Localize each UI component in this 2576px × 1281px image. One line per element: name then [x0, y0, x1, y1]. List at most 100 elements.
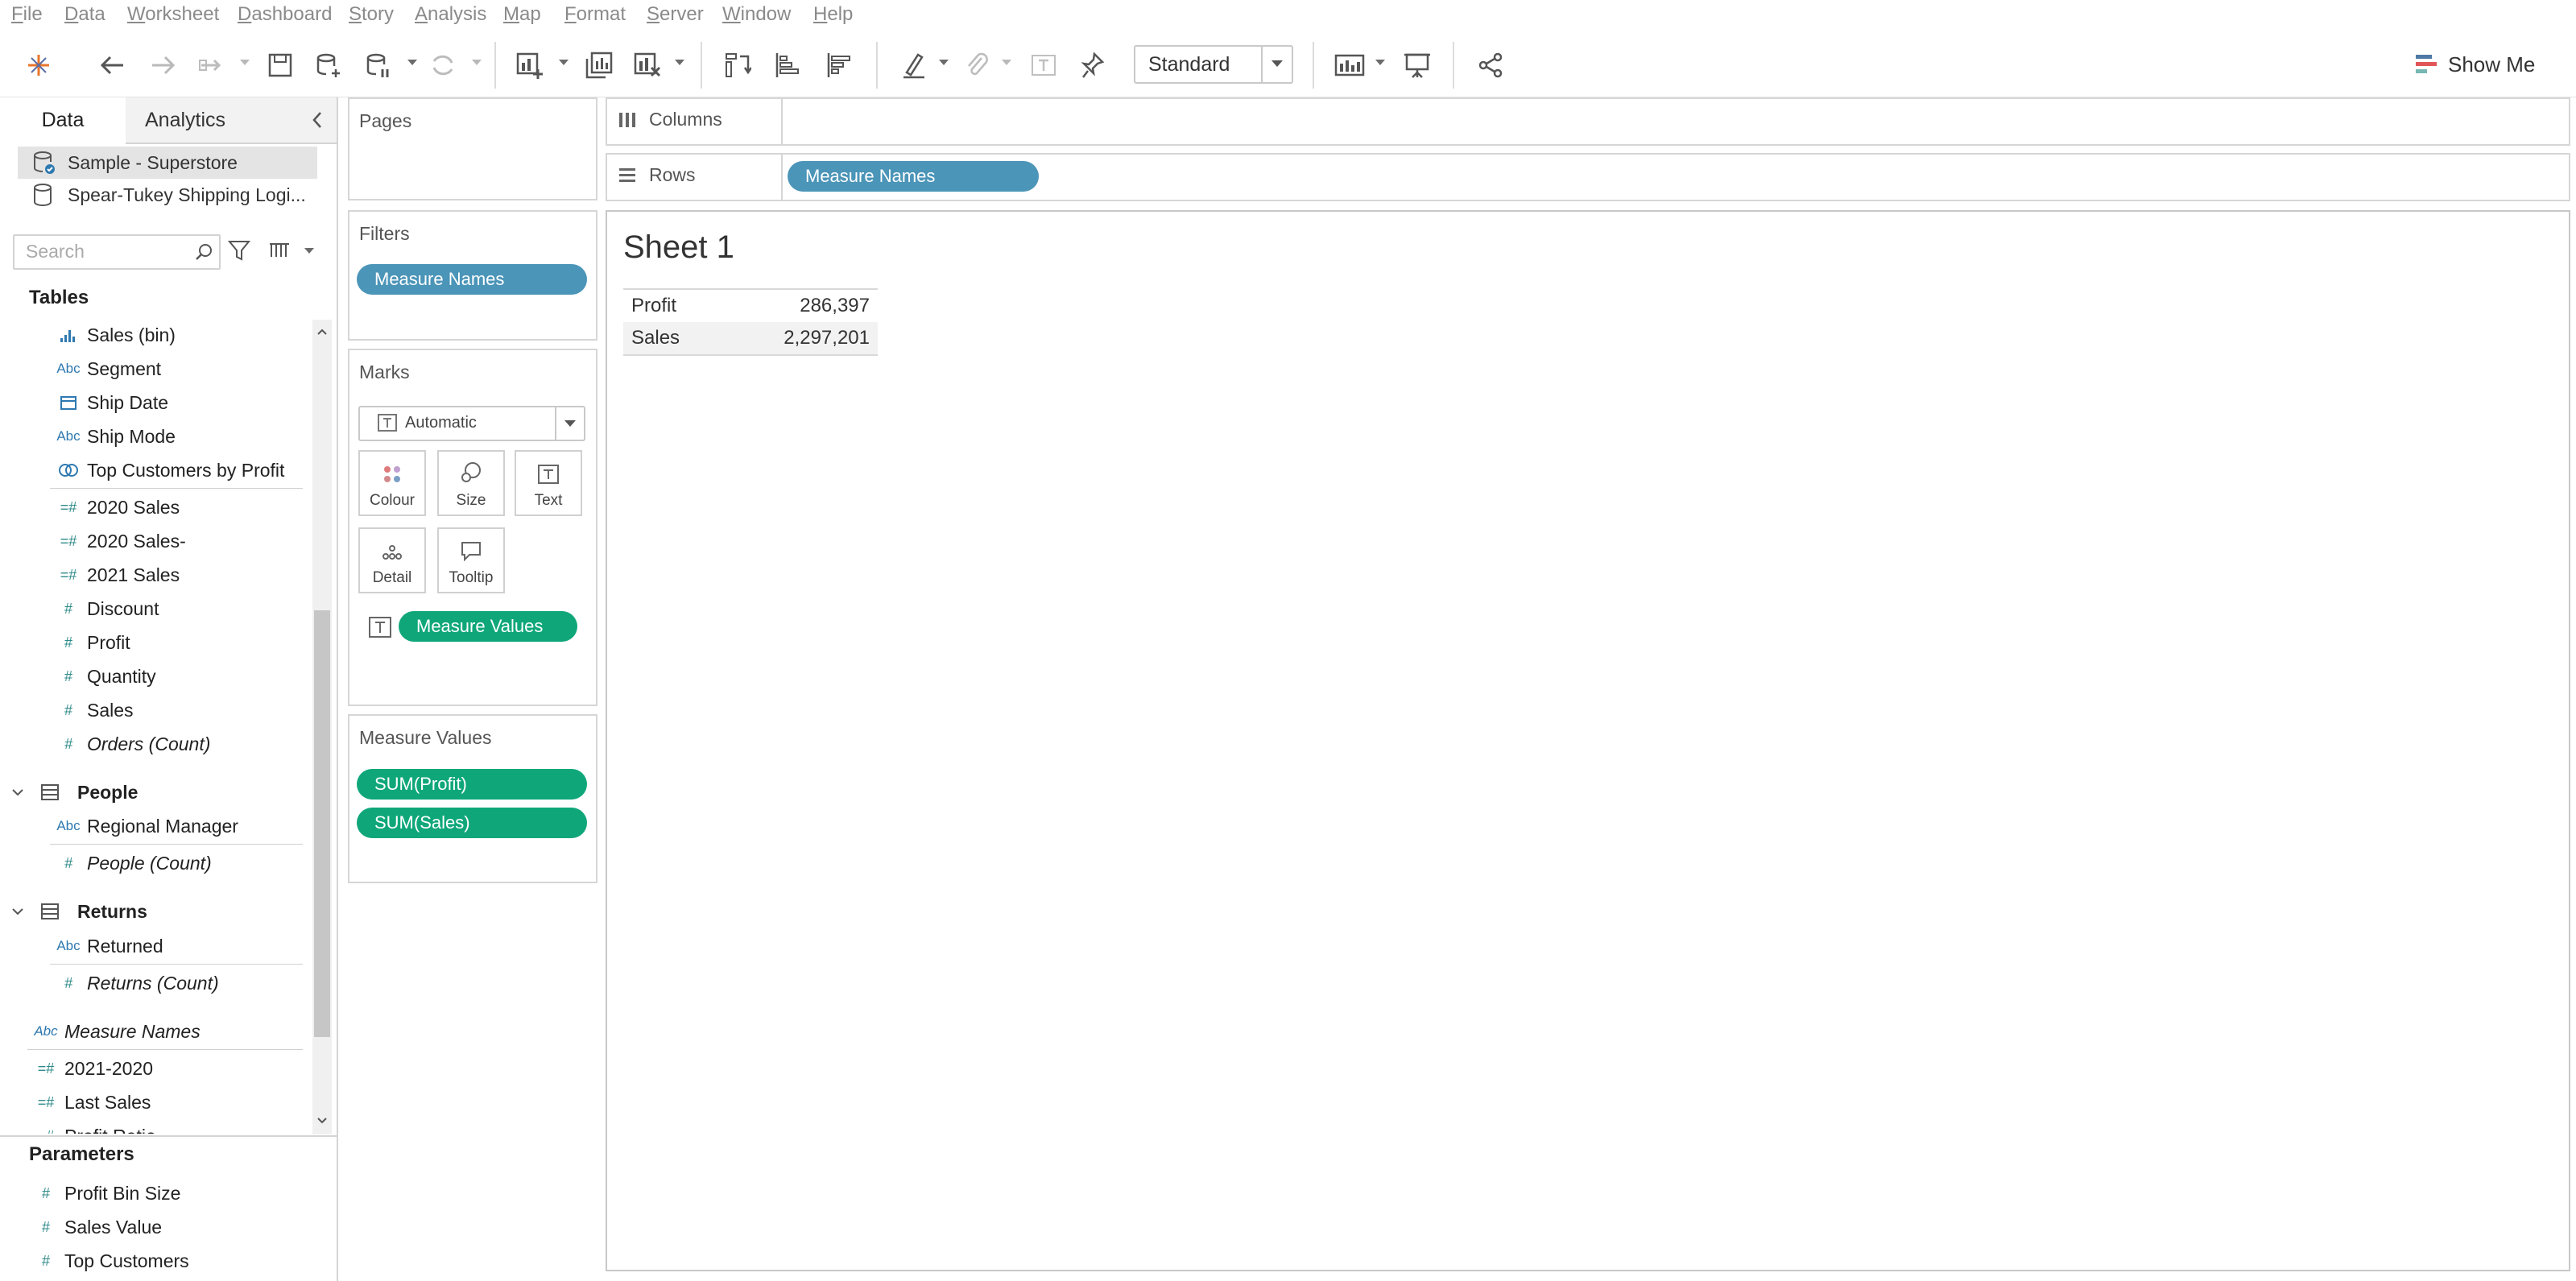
pin-axis-icon[interactable] — [1077, 45, 1110, 85]
menu-story[interactable]: Story — [349, 3, 394, 26]
chevron-down-icon[interactable] — [10, 903, 26, 919]
param-profit-bin-size[interactable]: # Profit Bin Size — [27, 1177, 180, 1209]
save-icon[interactable] — [264, 45, 296, 85]
menu-data[interactable]: Data — [64, 3, 105, 26]
show-labels-icon[interactable] — [1028, 45, 1060, 85]
field-2021-2020[interactable]: =# 2021-2020 — [27, 1052, 153, 1085]
text-pill-measure-values[interactable]: Measure Values — [399, 611, 577, 642]
tableau-logo-icon[interactable] — [23, 45, 55, 85]
field-returned[interactable]: Abc Returned — [50, 930, 163, 962]
scroll-down-icon[interactable] — [312, 1110, 332, 1132]
param-sales-value[interactable]: # Sales Value — [27, 1211, 162, 1243]
filter-icon[interactable] — [225, 232, 253, 269]
collapse-pane-icon[interactable] — [311, 110, 324, 130]
field-last-sales[interactable]: =# Last Sales — [27, 1086, 151, 1118]
row-header[interactable]: Profit — [631, 295, 676, 317]
menu-file[interactable]: File — [11, 3, 43, 26]
tab-data[interactable]: Data — [0, 97, 127, 143]
mark-type-select[interactable]: Automatic — [358, 406, 585, 441]
detail-button[interactable]: Detail — [358, 527, 426, 593]
field-ship-mode[interactable]: Abc Ship Mode — [50, 420, 176, 452]
chevron-down-icon[interactable] — [10, 784, 26, 800]
field-profit-ratio-clipped[interactable]: =#Profit Ratio — [27, 1120, 309, 1134]
show-me-button[interactable]: Show Me — [2414, 48, 2535, 81]
highlight-dropdown-icon[interactable] — [939, 60, 949, 65]
cell-value[interactable]: 286,397 — [800, 295, 870, 317]
table-returns[interactable]: Returns — [10, 895, 147, 928]
new-worksheet-icon[interactable] — [514, 45, 546, 85]
table-people[interactable]: People — [10, 776, 138, 808]
undo-icon[interactable] — [95, 45, 130, 85]
field-measure-names[interactable]: Abc Measure Names — [27, 1015, 200, 1048]
refresh-dropdown-icon[interactable] — [472, 60, 482, 65]
highlight-icon[interactable] — [899, 45, 931, 85]
field-top-customers-by-profit[interactable]: Top Customers by Profit — [50, 454, 284, 486]
search-input[interactable]: Search — [13, 234, 221, 270]
filters-card[interactable]: Filters Measure Names — [348, 210, 597, 341]
filter-pill-measure-names[interactable]: Measure Names — [357, 264, 587, 295]
table-row[interactable]: Profit 286,397 — [623, 290, 878, 322]
menu-help[interactable]: Help — [813, 3, 853, 26]
menu-dashboard[interactable]: Dashboard — [238, 3, 332, 26]
sort-descending-icon[interactable] — [823, 45, 855, 85]
measure-pill-sum-profit[interactable]: SUM(Profit) — [357, 769, 587, 800]
field-discount[interactable]: # Discount — [50, 593, 159, 625]
field-2020-sales[interactable]: =# 2020 Sales — [50, 491, 180, 523]
new-data-source-icon[interactable] — [312, 45, 345, 85]
field-sales-bin[interactable]: Sales (bin) — [50, 319, 176, 351]
share-icon[interactable] — [1475, 45, 1507, 85]
tab-analytics[interactable]: Analytics — [126, 97, 337, 144]
data-source-spear-tukey[interactable]: Spear-Tukey Shipping Logi... — [18, 179, 317, 211]
row-header[interactable]: Sales — [631, 327, 680, 349]
view-cards-icon[interactable] — [1333, 45, 1366, 85]
field-quantity[interactable]: # Quantity — [50, 660, 156, 692]
field-2020-sales-minus[interactable]: =# 2020 Sales- — [50, 525, 186, 557]
fit-select[interactable]: Standard — [1134, 45, 1293, 84]
menu-window[interactable]: Window — [722, 3, 791, 26]
text-button[interactable]: Text — [515, 450, 582, 516]
param-top-customers[interactable]: # Top Customers — [27, 1245, 189, 1277]
replay-icon[interactable] — [196, 45, 229, 85]
field-segment[interactable]: Abc Segment — [50, 353, 161, 385]
field-2021-sales[interactable]: =# 2021 Sales — [50, 559, 180, 591]
size-button[interactable]: Size — [437, 450, 505, 516]
table-row[interactable]: Sales 2,297,201 — [623, 322, 878, 354]
refresh-icon[interactable] — [427, 45, 459, 85]
chevron-down-icon[interactable] — [1261, 47, 1292, 82]
measure-pill-sum-sales[interactable]: SUM(Sales) — [357, 808, 587, 838]
scroll-up-icon[interactable] — [312, 320, 332, 343]
worksheet-view[interactable]: Sheet 1 Profit 286,397 Sales 2,297,201 — [606, 210, 2570, 1271]
field-orders-count[interactable]: # Orders (Count) — [50, 728, 210, 760]
new-worksheet-dropdown-icon[interactable] — [559, 60, 569, 65]
duplicate-sheet-icon[interactable] — [583, 45, 615, 85]
chevron-down-icon[interactable] — [555, 407, 584, 440]
view-data-icon[interactable] — [266, 232, 293, 269]
sort-ascending-icon[interactable] — [771, 45, 804, 85]
rows-shelf[interactable]: Rows Measure Names — [606, 153, 2570, 201]
group-icon[interactable] — [961, 45, 994, 85]
colour-button[interactable]: Colour — [358, 450, 426, 516]
sheet-title[interactable]: Sheet 1 — [623, 229, 734, 266]
tooltip-button[interactable]: Tooltip — [437, 527, 505, 593]
presentation-mode-icon[interactable] — [1401, 45, 1433, 85]
menu-format[interactable]: Format — [564, 3, 626, 26]
replay-dropdown-icon[interactable] — [240, 60, 250, 65]
clear-sheet-icon[interactable] — [631, 45, 664, 85]
clear-dropdown-icon[interactable] — [675, 60, 684, 65]
columns-shelf[interactable]: Columns — [606, 97, 2570, 146]
cell-value[interactable]: 2,297,201 — [784, 327, 870, 349]
field-returns-count[interactable]: # Returns (Count) — [50, 967, 219, 999]
field-profit[interactable]: # Profit — [50, 626, 130, 659]
menu-worksheet[interactable]: Worksheet — [127, 3, 219, 26]
pause-updates-icon[interactable] — [362, 45, 395, 85]
field-people-count[interactable]: # People (Count) — [50, 847, 212, 879]
rows-pill-measure-names[interactable]: Measure Names — [788, 161, 1039, 192]
view-cards-dropdown-icon[interactable] — [1375, 60, 1385, 65]
view-data-dropdown-icon[interactable] — [304, 248, 314, 254]
data-source-superstore[interactable]: Sample - Superstore — [18, 147, 317, 179]
menu-server[interactable]: Server — [647, 3, 704, 26]
group-dropdown-icon[interactable] — [1002, 60, 1011, 65]
menu-map[interactable]: Map — [503, 3, 541, 26]
field-profit-ratio[interactable]: =#Profit Ratio — [27, 1120, 156, 1134]
field-regional-manager[interactable]: Abc Regional Manager — [50, 810, 238, 842]
